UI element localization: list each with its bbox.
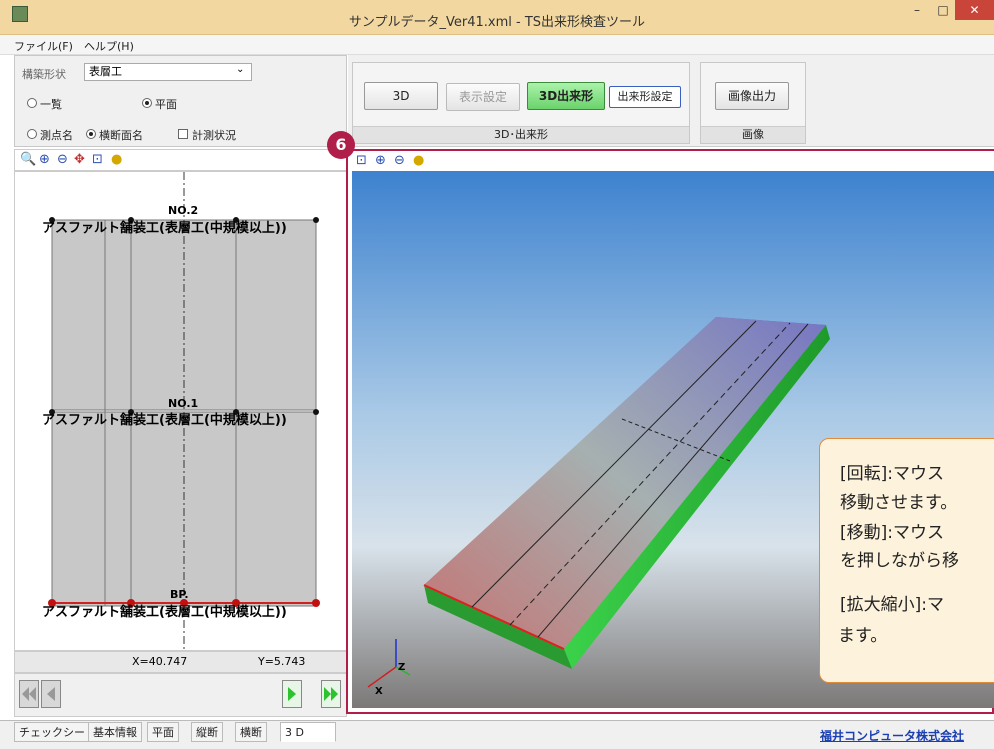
radio-plan[interactable] — [142, 98, 152, 108]
maximize-button[interactable]: □ — [930, 0, 956, 20]
zoom-window-icon[interactable]: 🔍 — [20, 152, 36, 167]
axis-z-label: Z — [398, 662, 406, 673]
zoom-out-icon[interactable]: ⊖ — [394, 153, 405, 168]
station-label-no2: NO.2 — [168, 204, 199, 217]
group-3d-label: 3D･出来形 — [353, 126, 689, 143]
coord-x: X=40.747 — [132, 655, 188, 668]
3d-toolbar — [348, 151, 994, 171]
tab-basic-info[interactable]: 基本情報 — [88, 722, 142, 742]
kozo-select[interactable]: 表層工 — [84, 63, 252, 81]
zoom-in-icon[interactable]: ⊕ — [375, 153, 386, 168]
light-icon[interactable]: ● — [413, 153, 424, 168]
left-icon — [47, 687, 55, 701]
coord-y: Y=5.743 — [258, 655, 306, 668]
display-settings-button[interactable]: 表示設定 — [446, 83, 520, 111]
pavement-label-no1: アスファルト舗装工(表層工(中規模以上)) — [42, 413, 287, 428]
kozo-label: 構築形状 — [22, 68, 66, 81]
axis-x-label: X — [375, 686, 383, 697]
fit-icon[interactable]: ⊡ — [356, 153, 367, 168]
callout-line-3: [移動]:マウス — [840, 523, 944, 543]
pan-icon[interactable]: ✥ — [74, 152, 85, 167]
radio-section-name[interactable] — [86, 129, 96, 139]
fit-icon[interactable]: ⊡ — [92, 152, 103, 167]
station-label-bp: BP. — [170, 588, 189, 601]
pavement-label-no2: アスファルト舗装工(表層工(中規模以上)) — [42, 221, 287, 236]
tab-profile[interactable]: 縦断 — [191, 722, 223, 742]
zoom-in-icon[interactable]: ⊕ — [39, 152, 50, 167]
menu-file[interactable]: ファイル(F) — [14, 38, 73, 54]
first-button[interactable] — [19, 680, 39, 708]
double-right-icon — [324, 687, 338, 701]
radio-plan-label: 平面 — [155, 98, 177, 111]
checkbox-measure[interactable] — [178, 129, 188, 139]
menu-help[interactable]: ヘルプ(H) — [84, 38, 134, 54]
close-button[interactable]: ✕ — [955, 0, 994, 20]
radio-list[interactable] — [27, 98, 37, 108]
last-button[interactable] — [321, 680, 341, 708]
menu-bar — [0, 35, 994, 55]
right-icon — [288, 687, 296, 701]
pavement-label-bp: アスファルト舗装工(表層工(中規模以上)) — [42, 605, 287, 620]
tab-plan[interactable]: 平面 — [147, 722, 179, 742]
zoom-out-icon[interactable]: ⊖ — [57, 152, 68, 167]
chevron-down-icon[interactable]: ⌄ — [236, 64, 244, 75]
light-icon[interactable]: ● — [111, 152, 122, 167]
callout-line-1: [回転]:マウス — [840, 464, 944, 484]
minimize-button[interactable]: – — [904, 0, 930, 20]
radio-section-name-label: 横断面名 — [99, 129, 143, 142]
image-output-button[interactable]: 画像出力 — [715, 82, 789, 110]
radio-point-name[interactable] — [27, 129, 37, 139]
callout-line-4: を押しながら移 — [840, 551, 959, 571]
callout-line-2: 移動させます。 — [840, 493, 958, 513]
callout-line-6: ます。 — [838, 626, 888, 646]
3d-dekigata-button[interactable]: 3D出来形 — [527, 82, 605, 110]
company-link[interactable]: 福井コンピュータ株式会社 — [820, 727, 964, 744]
group-image-label: 画像 — [701, 126, 805, 143]
window-title: サンプルデータ_Ver41.xml - TS出来形検査ツール — [348, 15, 646, 30]
radio-list-label: 一覧 — [40, 98, 62, 111]
double-left-icon — [22, 687, 36, 701]
tab-cross-section[interactable]: 横断 — [235, 722, 267, 742]
radio-point-name-label: 測点名 — [40, 129, 73, 142]
tab-3d[interactable]: 3 D — [280, 722, 336, 742]
prev-button[interactable] — [41, 680, 61, 708]
callout-line-5b: [拡大縮小]:マ — [840, 595, 944, 615]
checkbox-measure-label: 計測状況 — [192, 129, 236, 142]
step-badge: 6 — [327, 131, 355, 159]
dekigata-settings-button[interactable]: 出来形設定 — [609, 86, 681, 108]
next-button[interactable] — [282, 680, 302, 708]
3d-button[interactable]: 3D — [364, 82, 438, 110]
